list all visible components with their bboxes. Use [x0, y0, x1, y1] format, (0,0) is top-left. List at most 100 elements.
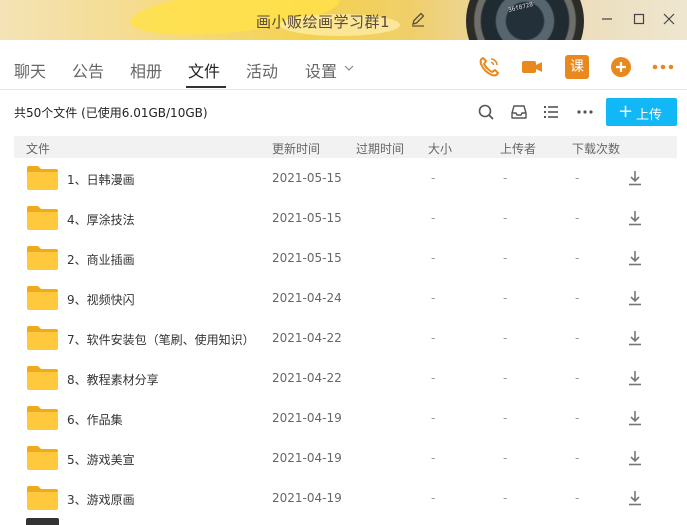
table-row[interactable]: 2、商业插画 2021-05-15 - - -: [14, 238, 677, 278]
active-tab-indicator: [186, 86, 226, 88]
size-value: -: [503, 331, 508, 345]
folder-icon: [26, 405, 59, 431]
lesson-icon[interactable]: 课: [565, 55, 589, 79]
download-icon[interactable]: [626, 169, 644, 187]
more-icon[interactable]: [651, 55, 675, 79]
folder-icon: [26, 445, 59, 471]
add-circle-icon[interactable]: [609, 55, 633, 79]
folder-icon: [26, 285, 59, 311]
updated-date: 2021-04-22: [272, 371, 342, 385]
file-name[interactable]: 6、作品集: [67, 411, 123, 428]
column-updated[interactable]: 更新时间: [272, 140, 320, 157]
folder-icon: [26, 165, 59, 191]
updated-date: 2021-04-24: [272, 291, 342, 305]
folder-icon: [26, 485, 59, 511]
table-row[interactable]: 6、作品集 2021-04-19 - - -: [14, 398, 677, 438]
download-icon[interactable]: [626, 449, 644, 467]
search-icon[interactable]: [477, 103, 495, 121]
expire-value: -: [431, 171, 436, 185]
download-icon[interactable]: [626, 249, 644, 267]
expire-value: -: [431, 291, 436, 305]
updated-date: 2021-04-22: [272, 331, 342, 345]
file-name[interactable]: 3、游戏原画: [67, 491, 135, 508]
folder-icon: [26, 325, 59, 351]
tab-files[interactable]: 文件: [188, 58, 220, 82]
column-uploader[interactable]: 上传者: [500, 140, 536, 157]
updated-date: 2021-04-19: [272, 411, 342, 425]
download-icon[interactable]: [626, 329, 644, 347]
tab-settings[interactable]: 设置: [305, 58, 337, 82]
size-value: -: [503, 251, 508, 265]
expire-value: -: [431, 211, 436, 225]
upload-button[interactable]: + 上传: [606, 98, 677, 126]
close-button[interactable]: [660, 10, 678, 28]
file-name[interactable]: 9、视频快闪: [67, 291, 135, 308]
updated-date: 2021-05-15: [272, 251, 342, 265]
tab-announcements[interactable]: 公告: [72, 58, 104, 82]
tab-album[interactable]: 相册: [130, 58, 162, 82]
table-row[interactable]: 7、软件安装包（笔刷、使用知识） 2021-04-22 - - -: [14, 318, 677, 358]
table-row[interactable]: 1、日韩漫画 2021-05-15 - - -: [14, 158, 677, 198]
maximize-button[interactable]: [630, 10, 648, 28]
uploader-value: -: [575, 171, 580, 185]
folder-icon: [26, 365, 59, 391]
expire-value: -: [431, 251, 436, 265]
column-expire[interactable]: 过期时间: [356, 140, 404, 157]
storage-summary: 共50个文件 (已使用6.01GB/10GB): [14, 106, 208, 120]
minimize-button[interactable]: [598, 10, 616, 28]
column-file[interactable]: 文件: [26, 140, 50, 157]
tab-activities[interactable]: 活动: [246, 58, 278, 82]
updated-date: 2021-05-15: [272, 171, 342, 185]
column-size[interactable]: 大小: [428, 140, 452, 157]
tab-chat[interactable]: 聊天: [14, 58, 46, 82]
uploader-value: -: [575, 491, 580, 505]
updated-date: 2021-04-19: [272, 451, 342, 465]
expire-value: -: [431, 451, 436, 465]
column-downloads[interactable]: 下载次数: [572, 140, 620, 157]
download-icon[interactable]: [626, 289, 644, 307]
chevron-down-icon[interactable]: [344, 64, 354, 72]
file-table-header: 文件 更新时间 过期时间 大小 上传者 下载次数: [14, 136, 677, 158]
file-name[interactable]: 4、厚涂技法: [67, 211, 135, 228]
folder-icon: [26, 205, 59, 231]
size-value: -: [503, 291, 508, 305]
download-icon[interactable]: [626, 489, 644, 507]
file-name[interactable]: 5、游戏美宣: [67, 451, 135, 468]
video-icon[interactable]: [520, 55, 544, 79]
title-bar: 36f8728 画小贩绘画学习群1: [0, 0, 687, 40]
list-view-icon[interactable]: [542, 103, 560, 121]
updated-date: 2021-04-19: [272, 491, 342, 505]
plus-icon: +: [618, 101, 634, 122]
pencil-icon[interactable]: [410, 11, 426, 27]
group-name: 画小贩绘画学习群1: [256, 13, 391, 31]
more-options-icon[interactable]: [576, 103, 594, 121]
tab-bar: 聊天 公告 相册 文件 活动 设置 课: [0, 40, 687, 90]
size-value: -: [503, 451, 508, 465]
download-icon[interactable]: [626, 409, 644, 427]
expire-value: -: [431, 491, 436, 505]
phone-icon[interactable]: [477, 55, 501, 79]
uploader-value: -: [575, 251, 580, 265]
folder-icon: [26, 518, 59, 525]
uploader-value: -: [575, 331, 580, 345]
table-row[interactable]: 3、游戏原画 2021-04-19 - - -: [14, 478, 677, 518]
table-row[interactable]: 8、教程素材分享 2021-04-22 - - -: [14, 358, 677, 398]
size-value: -: [503, 371, 508, 385]
table-row[interactable]: 5、游戏美宣 2021-04-19 - - -: [14, 438, 677, 478]
download-icon[interactable]: [626, 369, 644, 387]
uploader-value: -: [575, 211, 580, 225]
size-value: -: [503, 171, 508, 185]
inbox-icon[interactable]: [510, 103, 528, 121]
uploader-value: -: [575, 371, 580, 385]
file-name[interactable]: 8、教程素材分享: [67, 371, 159, 388]
size-value: -: [503, 211, 508, 225]
file-name[interactable]: 7、软件安装包（笔刷、使用知识）: [67, 331, 255, 348]
table-row[interactable]: 9、视频快闪 2021-04-24 - - -: [14, 278, 677, 318]
uploader-value: -: [575, 451, 580, 465]
table-row[interactable]: 4、厚涂技法 2021-05-15 - - -: [14, 198, 677, 238]
file-name[interactable]: 1、日韩漫画: [67, 171, 135, 188]
size-value: -: [503, 411, 508, 425]
download-icon[interactable]: [626, 209, 644, 227]
upload-label: 上传: [636, 108, 663, 123]
file-name[interactable]: 2、商业插画: [67, 251, 135, 268]
